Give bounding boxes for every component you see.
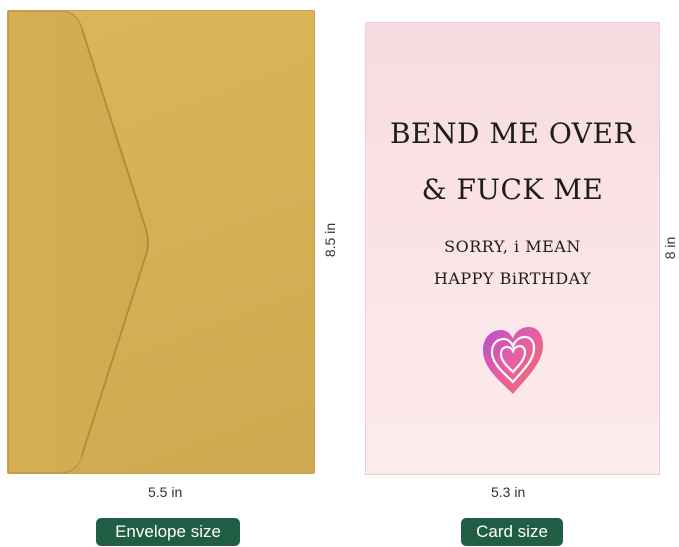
card-height-label: 8 in xyxy=(662,236,678,260)
greeting-card: BEND ME OVER & FUCK ME SORRY, i MEAN HAP… xyxy=(365,22,660,475)
card-headline-line1: BEND ME OVER xyxy=(389,117,636,150)
heart-icon xyxy=(483,327,543,394)
envelope-width-label: 5.5 in xyxy=(148,484,183,500)
envelope xyxy=(7,10,315,474)
card-subline-line2: HAPPY BiRTHDAY xyxy=(433,269,592,288)
envelope-flap xyxy=(8,11,149,473)
card-width-label: 5.3 in xyxy=(491,484,526,500)
envelope-size-tag: Envelope size xyxy=(96,518,240,546)
card-size-tag: Card size xyxy=(461,518,563,546)
card-headline-line2: & FUCK ME xyxy=(421,173,604,206)
card-subline-line1: SORRY, i MEAN xyxy=(444,237,581,256)
envelope-height-label: 8.5 in xyxy=(322,222,338,258)
